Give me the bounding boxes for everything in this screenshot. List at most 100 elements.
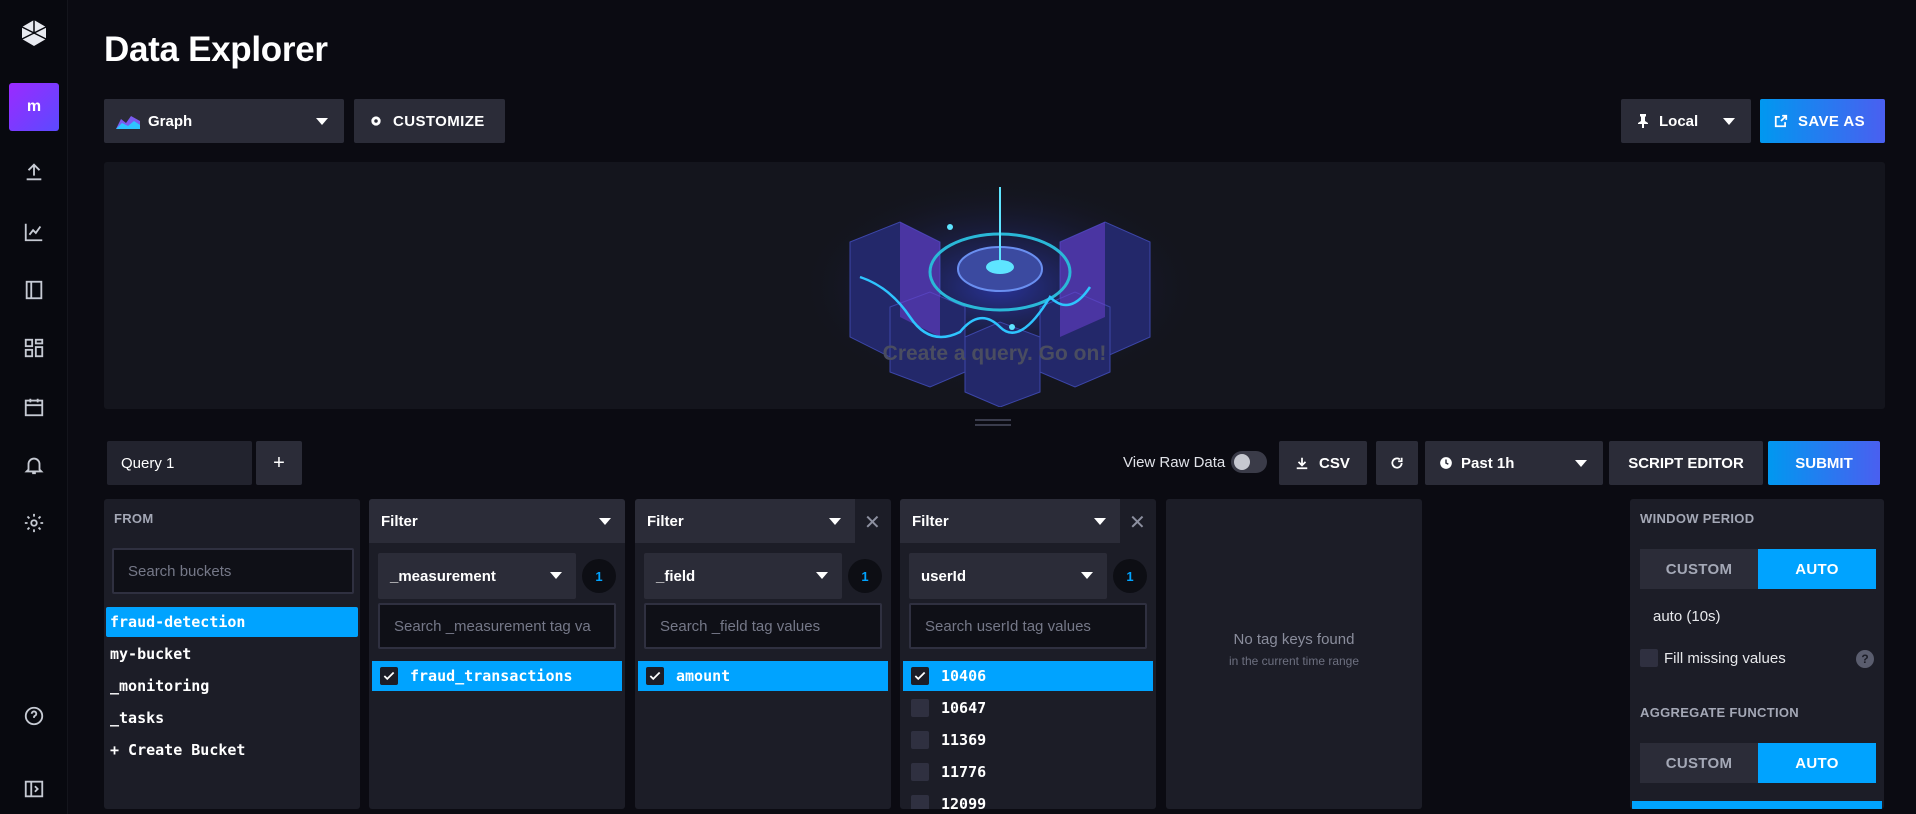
tag-value-search-input[interactable]: Search userId tag values [909, 603, 1147, 649]
help-icon[interactable] [20, 702, 48, 730]
selected-count-badge: 1 [582, 559, 616, 593]
tag-value-label: amount [676, 667, 731, 685]
fill-missing-checkbox[interactable]: Fill missing values [1640, 649, 1786, 667]
tag-value-label: 11776 [941, 763, 987, 781]
empty-state-illustration [800, 177, 1200, 407]
save-as-button[interactable]: SAVE AS [1760, 99, 1885, 143]
tag-key-dropdown[interactable]: userId [909, 553, 1107, 599]
submit-button[interactable]: SUBMIT [1768, 441, 1880, 485]
bucket-item[interactable]: my-bucket [106, 639, 358, 669]
filter-function-dropdown[interactable]: Filter [635, 499, 855, 543]
create-bucket-link[interactable]: + Create Bucket [106, 735, 358, 765]
tag-value-row[interactable]: 11369 [903, 725, 1153, 755]
tab-query-1[interactable]: Query 1 [107, 441, 252, 485]
aggregate-custom-button[interactable]: CUSTOM [1640, 743, 1758, 783]
graph-type-dropdown[interactable]: Graph [104, 99, 344, 143]
checkbox-icon [911, 699, 929, 717]
checkbox-checked-icon [380, 667, 398, 685]
tag-value-label: 10406 [941, 667, 987, 685]
customize-button[interactable]: CUSTOMIZE [354, 99, 505, 143]
help-icon[interactable]: ? [1856, 650, 1874, 668]
selected-count-badge: 1 [1113, 559, 1147, 593]
bell-icon[interactable] [20, 451, 48, 479]
checkbox-icon [911, 763, 929, 781]
notebook-icon[interactable] [20, 276, 48, 304]
org-avatar[interactable]: m [9, 83, 59, 131]
filter-panel-measurement: Filter _measurement 1 Search _measuremen… [369, 499, 625, 809]
close-icon[interactable]: ✕ [1129, 510, 1146, 535]
tag-value-row[interactable]: 11776 [903, 757, 1153, 787]
tag-value-search-input[interactable]: Search _measurement tag va [378, 603, 616, 649]
chart-icon[interactable] [20, 218, 48, 246]
collapse-icon[interactable] [20, 775, 48, 803]
chevron-down-icon [1723, 118, 1735, 125]
external-link-icon [1774, 114, 1788, 128]
bucket-label: my-bucket [110, 645, 192, 663]
empty-filter-panel: No tag keys found in the current time ra… [1166, 499, 1422, 809]
add-query-button[interactable]: + [256, 441, 302, 485]
tag-value-label: fraud_transactions [410, 667, 573, 685]
bucket-item[interactable]: fraud-detection [106, 607, 358, 637]
checkbox-icon [911, 731, 929, 749]
aggregate-auto-button[interactable]: AUTO [1758, 743, 1876, 783]
script-editor-button[interactable]: SCRIPT EDITOR [1609, 441, 1763, 485]
bucket-search-input[interactable]: Search buckets [112, 548, 354, 594]
timezone-dropdown[interactable]: Local [1621, 99, 1751, 143]
save-as-label: SAVE AS [1798, 112, 1865, 130]
calendar-icon[interactable] [20, 393, 48, 421]
tag-value-search-placeholder: Search _field tag values [660, 617, 821, 635]
filter-function-dropdown[interactable]: Filter [900, 499, 1120, 543]
gear-icon[interactable] [20, 509, 48, 537]
aggregate-function-toggle: CUSTOM AUTO [1640, 743, 1876, 783]
time-range-dropdown[interactable]: Past 1h [1425, 441, 1603, 485]
tag-value-row[interactable]: 12099 [903, 789, 1153, 809]
bucket-label: fraud-detection [110, 613, 246, 631]
tag-key-dropdown[interactable]: _measurement [378, 553, 576, 599]
chevron-down-icon [599, 518, 611, 525]
tab-query-label: Query 1 [121, 454, 175, 472]
tag-key-dropdown[interactable]: _field [644, 553, 842, 599]
tag-value-label: 12099 [941, 795, 987, 809]
bucket-item[interactable]: _tasks [106, 703, 358, 733]
tag-value-search-input[interactable]: Search _field tag values [644, 603, 882, 649]
view-raw-data-toggle[interactable] [1231, 451, 1267, 473]
tag-value-row[interactable]: fraud_transactions [372, 661, 622, 691]
checkbox-icon [911, 795, 929, 809]
bucket-label: _tasks [110, 709, 165, 727]
customize-label: CUSTOMIZE [393, 112, 485, 130]
chevron-down-icon [1094, 518, 1106, 525]
dashboard-icon[interactable] [20, 334, 48, 362]
csv-button[interactable]: CSV [1279, 441, 1367, 485]
view-raw-data-label: View Raw Data [1123, 454, 1226, 471]
filter-head-label: Filter [381, 512, 418, 530]
csv-label: CSV [1319, 454, 1350, 472]
aggregate-function-list-item[interactable] [1632, 801, 1882, 809]
window-custom-button[interactable]: CUSTOM [1640, 549, 1758, 589]
chevron-down-icon [829, 518, 841, 525]
window-period-value: auto (10s) [1653, 608, 1721, 625]
close-icon[interactable]: ✕ [864, 510, 881, 535]
checkbox-icon [1640, 649, 1658, 667]
filter-function-dropdown[interactable]: Filter [369, 499, 625, 543]
tag-key-label: _field [656, 567, 696, 585]
cube-logo-icon[interactable] [19, 18, 49, 48]
tag-value-row[interactable]: 10647 [903, 693, 1153, 723]
resize-handle[interactable] [975, 419, 1011, 429]
upload-icon[interactable] [20, 158, 48, 186]
clock-icon [1439, 456, 1453, 470]
empty-graph-message: Create a query. Go on! [882, 342, 1107, 365]
tag-value-search-placeholder: Search userId tag values [925, 617, 1091, 635]
refresh-icon [1390, 456, 1404, 470]
from-panel: FROM Search buckets fraud-detection my-b… [104, 499, 360, 809]
refresh-button[interactable] [1376, 441, 1418, 485]
checkbox-checked-icon [911, 667, 929, 685]
bucket-label: _monitoring [110, 677, 210, 695]
bucket-item[interactable]: _monitoring [106, 671, 358, 701]
tag-value-row[interactable]: 10406 [903, 661, 1153, 691]
window-auto-button[interactable]: AUTO [1758, 549, 1876, 589]
window-period-toggle: CUSTOM AUTO [1640, 549, 1876, 589]
tag-value-search-placeholder: Search _measurement tag va [394, 617, 591, 635]
script-editor-label: SCRIPT EDITOR [1628, 454, 1744, 472]
tag-value-row[interactable]: amount [638, 661, 888, 691]
chevron-down-icon [550, 572, 562, 579]
